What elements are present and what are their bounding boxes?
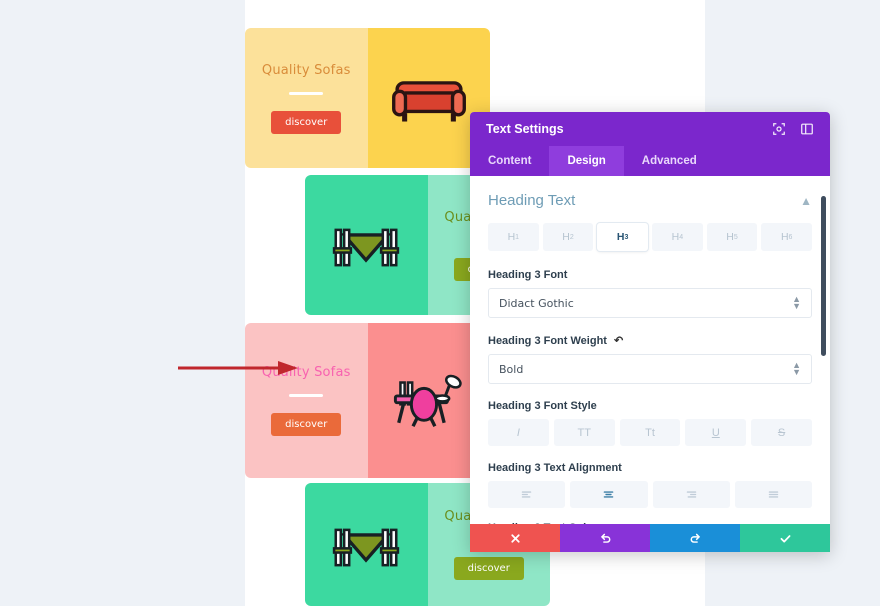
heading-level-h1-sub: 1: [515, 233, 520, 241]
heading-font-weight-label: Heading 3 Font Weight ↷: [488, 334, 812, 348]
heading-level-h6[interactable]: H6: [761, 223, 813, 251]
promo-card-sofas-pink[interactable]: Quality Sofas discover: [245, 323, 490, 478]
heading-font-style-label: Heading 3 Font Style: [488, 400, 597, 412]
table-chairs-icon: [324, 510, 408, 580]
heading-font-style-options: I TT Tt U S: [488, 419, 812, 446]
italic-button[interactable]: I: [488, 419, 549, 446]
card-divider: [289, 394, 324, 397]
heading-level-h6-sub: 6: [788, 233, 793, 241]
card-title: Quality Sofas: [261, 62, 351, 78]
heading-font-weight-select[interactable]: Bold ▲ ▼: [488, 354, 812, 384]
heading-level-h5[interactable]: H5: [706, 223, 758, 251]
heading-text-color-label: Heading 3 Text Color: [488, 522, 812, 524]
discover-button[interactable]: discover: [271, 110, 342, 134]
expand-icon[interactable]: [772, 122, 786, 136]
modal-body: Heading Text ▲ H1 H2 H3 H4 H5 H6 Heading…: [470, 176, 830, 524]
cancel-button[interactable]: [470, 524, 560, 552]
text-settings-modal: Text Settings Content Design Advanced He…: [470, 112, 830, 552]
heading-level-h4-sub: 4: [679, 233, 684, 241]
reset-arrow-icon[interactable]: ↷: [614, 334, 623, 347]
chevron-updown-icon: ▲ ▼: [792, 359, 801, 377]
heading-level-h4[interactable]: H4: [652, 223, 703, 251]
heading-font-value: Didact Gothic: [499, 296, 574, 310]
discover-button[interactable]: discover: [453, 557, 524, 580]
card-text-panel: Quality Sofas discover: [245, 28, 368, 168]
tab-advanced[interactable]: Advanced: [624, 146, 715, 176]
heading-level-selector: H1 H2 H3 H4 H5 H6: [488, 223, 813, 251]
modal-header: Text Settings: [470, 112, 830, 146]
align-center-button[interactable]: [570, 481, 648, 508]
uppercase-button[interactable]: TT: [553, 419, 615, 446]
underline-button[interactable]: U: [685, 419, 747, 446]
desk-chair-lamp-icon: [387, 366, 471, 436]
align-justify-button[interactable]: [734, 481, 812, 508]
sofa-icon: [387, 63, 471, 133]
section-title: Heading Text: [488, 192, 576, 209]
heading-level-h1[interactable]: H1: [488, 223, 539, 251]
card-divider: [289, 91, 324, 95]
card-icon-panel: [305, 483, 428, 606]
annotation-arrow: [178, 361, 298, 375]
heading-text-section-header[interactable]: Heading Text ▲: [488, 192, 812, 209]
redo-button[interactable]: [650, 524, 740, 552]
tab-content[interactable]: Content: [470, 146, 549, 176]
heading-level-h5-sub: 5: [733, 233, 738, 241]
heading-text-alignment-options: [488, 481, 812, 508]
heading-level-h3[interactable]: H3: [597, 223, 649, 251]
table-chairs-icon: [324, 210, 408, 280]
align-right-button[interactable]: [652, 481, 730, 508]
heading-level-h3-sub: 3: [624, 233, 629, 241]
modal-footer: [470, 524, 830, 552]
panel-scrollbar[interactable]: [821, 196, 826, 356]
save-button[interactable]: [740, 524, 830, 552]
discover-button[interactable]: discover: [271, 413, 342, 436]
modal-title: Text Settings: [486, 122, 564, 136]
chevron-up-icon[interactable]: ▲: [800, 194, 812, 208]
align-left-button[interactable]: [488, 481, 566, 508]
chevron-updown-icon: ▲ ▼: [792, 293, 801, 311]
modal-tabs: Content Design Advanced: [470, 146, 830, 176]
layout-panel-icon[interactable]: [800, 122, 814, 136]
modal-header-actions: [772, 122, 814, 136]
screenshot-stage: Quality Sofas discover Quality Quality S…: [0, 0, 880, 606]
heading-font-select[interactable]: Didact Gothic ▲ ▼: [488, 288, 812, 318]
card-icon-panel: [305, 175, 428, 315]
design-settings-form: Heading Text ▲ H1 H2 H3 H4 H5 H6 Heading…: [470, 176, 830, 524]
undo-button[interactable]: [560, 524, 650, 552]
strikethrough-button[interactable]: S: [751, 419, 812, 446]
capitalize-button[interactable]: Tt: [619, 419, 681, 446]
heading-text-alignment-label: Heading 3 Text Alignment: [488, 462, 622, 474]
card-text-panel: Quality Sofas discover: [245, 323, 368, 478]
heading-level-h2[interactable]: H2: [542, 223, 594, 251]
promo-card-sofas-yellow[interactable]: Quality Sofas discover: [245, 28, 490, 168]
heading-font-label: Heading 3 Font: [488, 269, 568, 281]
heading-font-weight-value: Bold: [499, 362, 524, 376]
heading-level-h2-sub: 2: [569, 233, 574, 241]
tab-design[interactable]: Design: [549, 146, 624, 176]
heading-font-weight-label-text: Heading 3 Font Weight: [488, 334, 607, 347]
